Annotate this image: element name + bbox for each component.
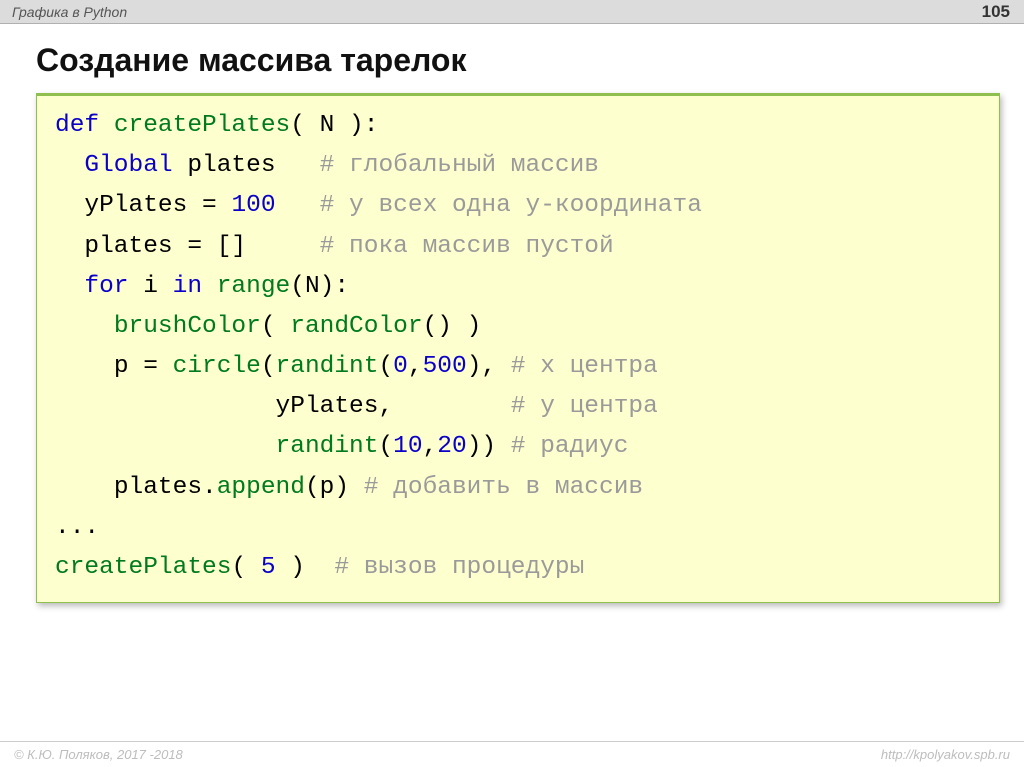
copyright: © К.Ю. Поляков, 2017 -2018 <box>14 747 183 762</box>
fn-randint: randint <box>276 433 379 460</box>
kw-for: for <box>84 273 128 300</box>
fn-circle: circle <box>173 353 261 380</box>
slide-title: Создание массива тарелок <box>36 42 1024 79</box>
func-name: createPlates <box>114 112 290 139</box>
kw-in: in <box>173 273 202 300</box>
kw-global: Global <box>84 152 172 179</box>
ellipsis: ... <box>55 514 99 541</box>
header-bar: Графика в Python 105 <box>0 0 1024 24</box>
plates-dot: plates. <box>114 474 217 501</box>
comment: # добавить в массив <box>364 474 643 501</box>
comment: # x центра <box>511 353 658 380</box>
code-block: def createPlates( N ): Global plates # г… <box>36 93 1000 603</box>
footer: © К.Ю. Поляков, 2017 -2018 http://kpolya… <box>0 741 1024 767</box>
header-topic: Графика в Python <box>12 4 127 20</box>
comment: # у всех одна y-координата <box>320 192 702 219</box>
arg-yplates: yPlates, <box>276 393 394 420</box>
comment: # радиус <box>511 433 629 460</box>
func-args: ( N ): <box>290 112 378 139</box>
kw-def: def <box>55 112 99 139</box>
fn-randcolor: randColor <box>290 313 422 340</box>
comment: # y центра <box>511 393 658 420</box>
assign-plates: plates = [] <box>84 233 246 260</box>
fn-range: range <box>202 273 290 300</box>
page-number: 105 <box>982 2 1010 22</box>
fn-createplates: createPlates <box>55 554 231 581</box>
comment: # вызов процедуры <box>334 554 584 581</box>
fn-brushcolor: brushColor <box>114 313 261 340</box>
comment: # глобальный массив <box>320 152 599 179</box>
num-100: 100 <box>231 192 275 219</box>
assign-p: p = <box>114 353 173 380</box>
comment: # пока массив пустой <box>320 233 614 260</box>
fn-append: append <box>217 474 305 501</box>
var-plates: plates <box>187 152 275 179</box>
assign-yplates: yPlates = <box>84 192 231 219</box>
fn-randint: randint <box>276 353 379 380</box>
slide: Графика в Python 105 Создание массива та… <box>0 0 1024 767</box>
footer-url: http://kpolyakov.spb.ru <box>881 747 1010 762</box>
